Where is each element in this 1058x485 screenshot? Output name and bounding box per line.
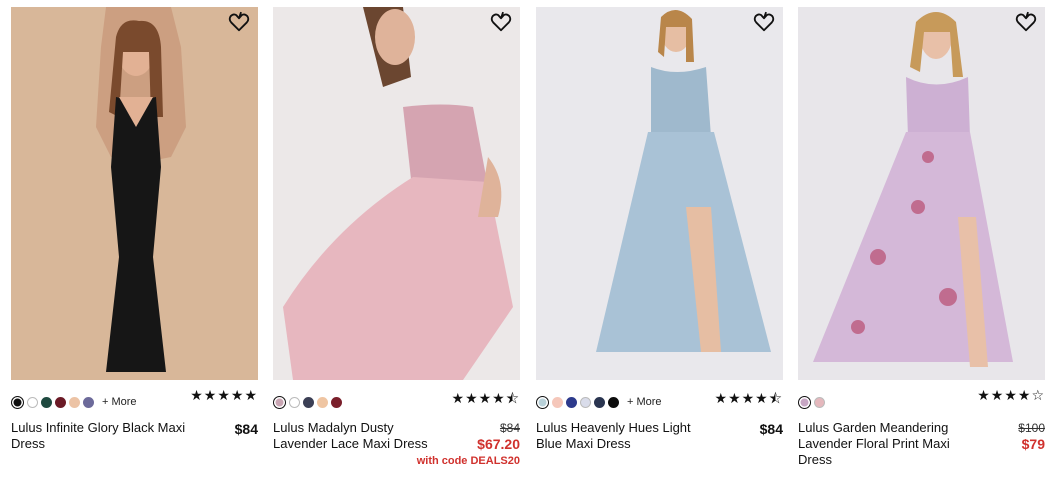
color-swatch[interactable] [289,396,300,408]
heart-outline-icon[interactable] [228,11,250,33]
color-swatches: + More [536,393,662,411]
color-swatch[interactable] [331,396,342,408]
color-swatch[interactable] [594,396,605,408]
product-image[interactable] [798,7,1045,380]
color-swatch[interactable] [27,396,38,408]
product-price: $84 [759,421,783,437]
product-card[interactable]: + More ★★★★★ Lulus Infinite Glory Black … [11,7,258,477]
original-price: $100 [1018,421,1045,435]
color-swatch[interactable] [536,395,549,409]
original-price: $84 [499,421,520,435]
promo-code-text: with code DEALS20 [416,455,520,467]
product-image[interactable] [273,7,520,380]
color-swatches [273,393,342,411]
sale-price: $67.20 [477,436,520,452]
color-swatches [798,393,825,411]
sale-price: $79 [1021,436,1045,452]
color-swatch[interactable] [303,396,314,408]
product-card[interactable]: ★★★★☆ Lulus Garden Meandering Lavender F… [798,7,1045,477]
star-rating: ★★★★⯪ [714,391,783,407]
heart-outline-icon[interactable] [1015,11,1037,33]
color-swatch[interactable] [69,396,80,408]
color-swatch[interactable] [798,395,811,409]
star-rating: ★★★★★ [190,388,258,404]
color-swatch[interactable] [11,395,24,409]
star-rating: ★★★★⯪ [451,391,520,407]
color-swatch[interactable] [83,396,94,408]
color-swatch[interactable] [55,396,66,408]
color-swatch[interactable] [814,396,825,408]
more-colors-link[interactable]: + More [627,396,662,408]
color-swatch[interactable] [273,395,286,409]
product-name[interactable]: Lulus Heavenly Hues Light Blue Maxi Dres… [536,420,714,452]
color-swatch[interactable] [552,396,563,408]
star-rating: ★★★★☆ [977,388,1045,404]
more-colors-link[interactable]: + More [102,396,137,408]
color-swatch[interactable] [41,396,52,408]
heart-outline-icon[interactable] [753,11,775,33]
product-image[interactable] [11,7,258,380]
color-swatch[interactable] [317,396,328,408]
color-swatch[interactable] [566,396,577,408]
color-swatch[interactable] [608,396,619,408]
product-price: $84 [234,421,258,437]
product-image[interactable] [536,7,783,380]
color-swatches: + More [11,393,137,411]
product-name[interactable]: Lulus Garden Meandering Lavender Floral … [798,420,976,468]
product-card[interactable]: + More ★★★★⯪ Lulus Heavenly Hues Light B… [536,7,783,477]
heart-outline-icon[interactable] [490,11,512,33]
product-name[interactable]: Lulus Infinite Glory Black Maxi Dress [11,420,189,452]
product-name[interactable]: Lulus Madalyn Dusty Lavender Lace Maxi D… [273,420,451,452]
product-card[interactable]: ★★★★⯪ Lulus Madalyn Dusty Lavender Lace … [273,7,520,477]
color-swatch[interactable] [580,396,591,408]
